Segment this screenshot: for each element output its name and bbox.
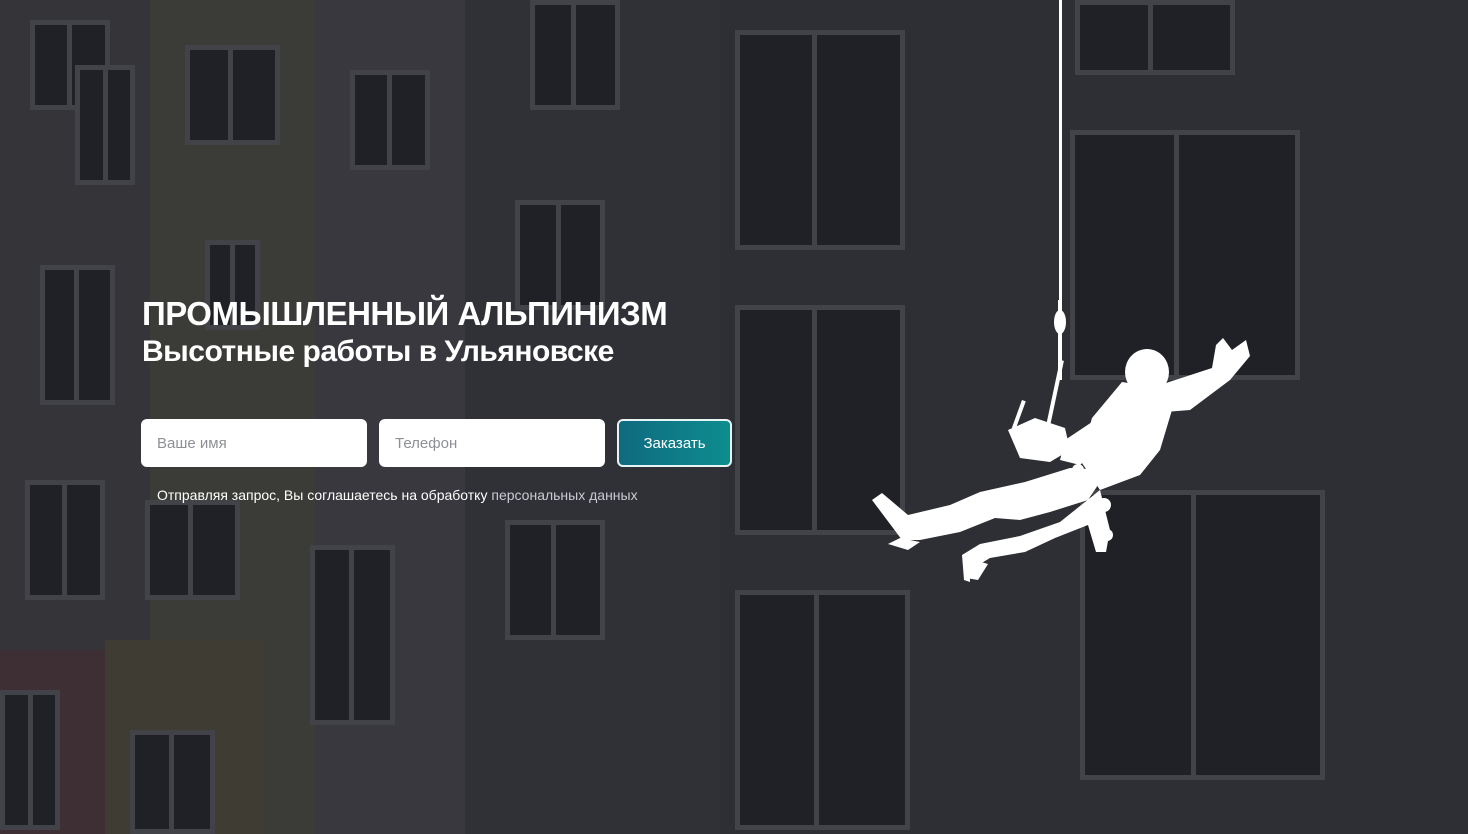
- hero-section: ПРОМЫШЛЕННЫЙ АЛЬПИНИЗМ Высотные работы в…: [0, 0, 1468, 834]
- industrial-climber-icon: [872, 300, 1250, 582]
- phone-input[interactable]: [379, 419, 605, 467]
- order-form: Заказать: [141, 419, 732, 467]
- order-button[interactable]: Заказать: [617, 419, 732, 467]
- personal-data-link[interactable]: персональных данных: [491, 487, 637, 503]
- hero-content: ПРОМЫШЛЕННЫЙ АЛЬПИНИЗМ Высотные работы в…: [141, 294, 762, 503]
- consent-text: Отправляя запрос, Вы соглашаетесь на обр…: [157, 487, 488, 503]
- page-subtitle: Высотные работы в Ульяновске: [142, 335, 614, 368]
- consent-notice: Отправляя запрос, Вы соглашаетесь на обр…: [157, 487, 638, 503]
- page-title: ПРОМЫШЛЕННЫЙ АЛЬПИНИЗМ: [142, 295, 668, 332]
- name-input[interactable]: [141, 419, 367, 467]
- rope-line: [1059, 0, 1062, 320]
